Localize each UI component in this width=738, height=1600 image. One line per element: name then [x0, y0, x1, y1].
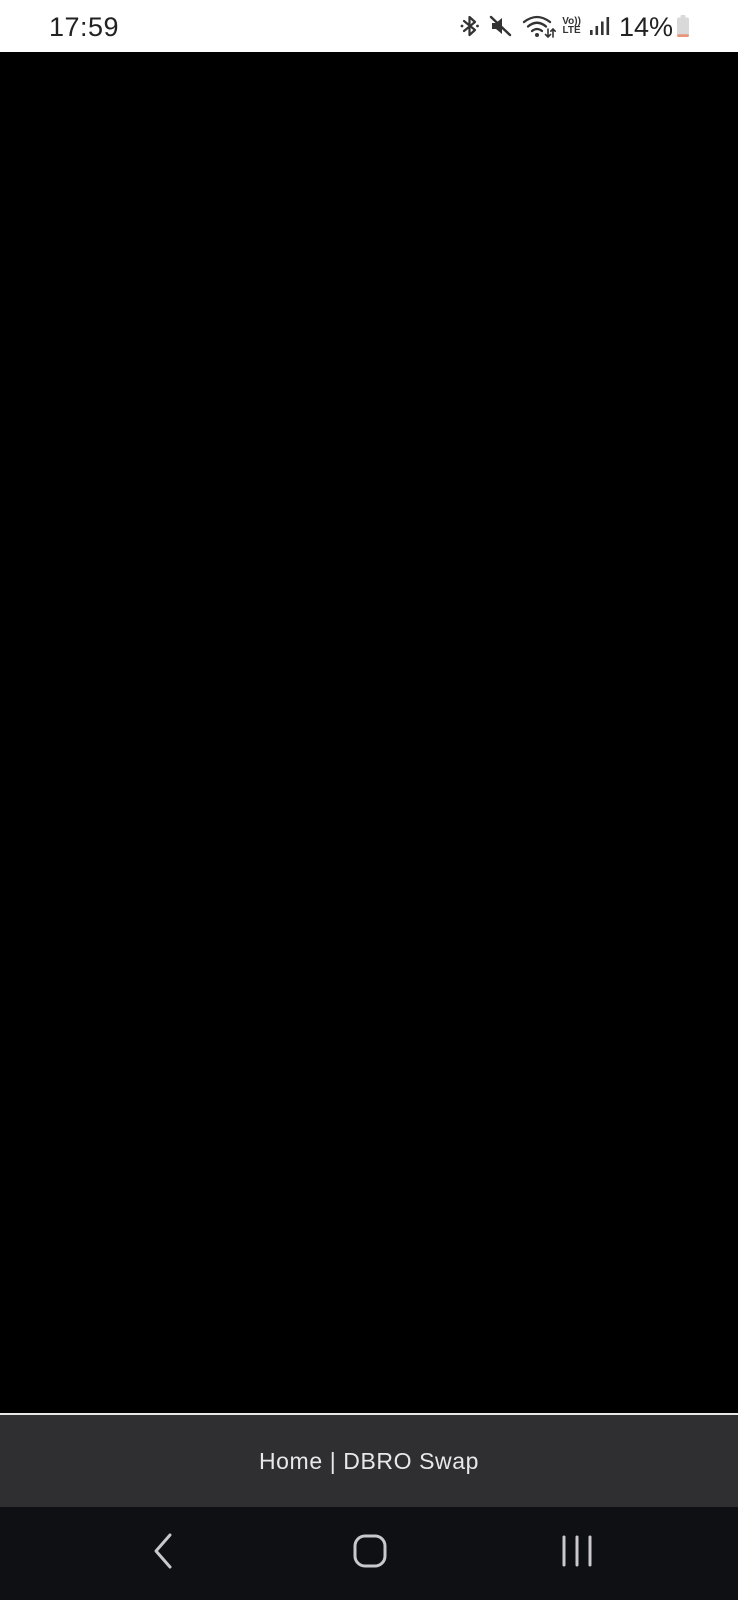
browser-title-bar[interactable]: Home | DBRO Swap: [0, 1415, 738, 1507]
wifi-icon: [522, 13, 557, 39]
status-bar: 17:59 Vo)) LTE 14%: [0, 0, 738, 52]
web-content-area[interactable]: [0, 52, 738, 1414]
recents-icon: [560, 1535, 594, 1572]
home-icon: [352, 1533, 388, 1574]
volte-icon: Vo)) LTE: [562, 17, 581, 36]
battery-icon: [676, 14, 690, 38]
battery-percent: 14%: [618, 11, 673, 42]
home-button[interactable]: [330, 1521, 410, 1585]
volte-bottom-label: LTE: [562, 25, 581, 36]
signal-icon: [589, 15, 611, 37]
status-icons: Vo)) LTE 14%: [452, 0, 690, 52]
page-title: Home | DBRO Swap: [258, 1447, 480, 1474]
back-icon: [148, 1531, 178, 1576]
back-button[interactable]: [123, 1521, 203, 1585]
navigation-bar: [0, 1507, 738, 1600]
phone-screen: 17:59 Vo)) LTE 14% Home | DBRO Swap: [0, 0, 738, 1600]
mute-icon: [488, 14, 514, 38]
recents-button[interactable]: [537, 1521, 617, 1585]
status-time: 17:59: [49, 11, 120, 42]
bluetooth-icon: [460, 14, 480, 38]
